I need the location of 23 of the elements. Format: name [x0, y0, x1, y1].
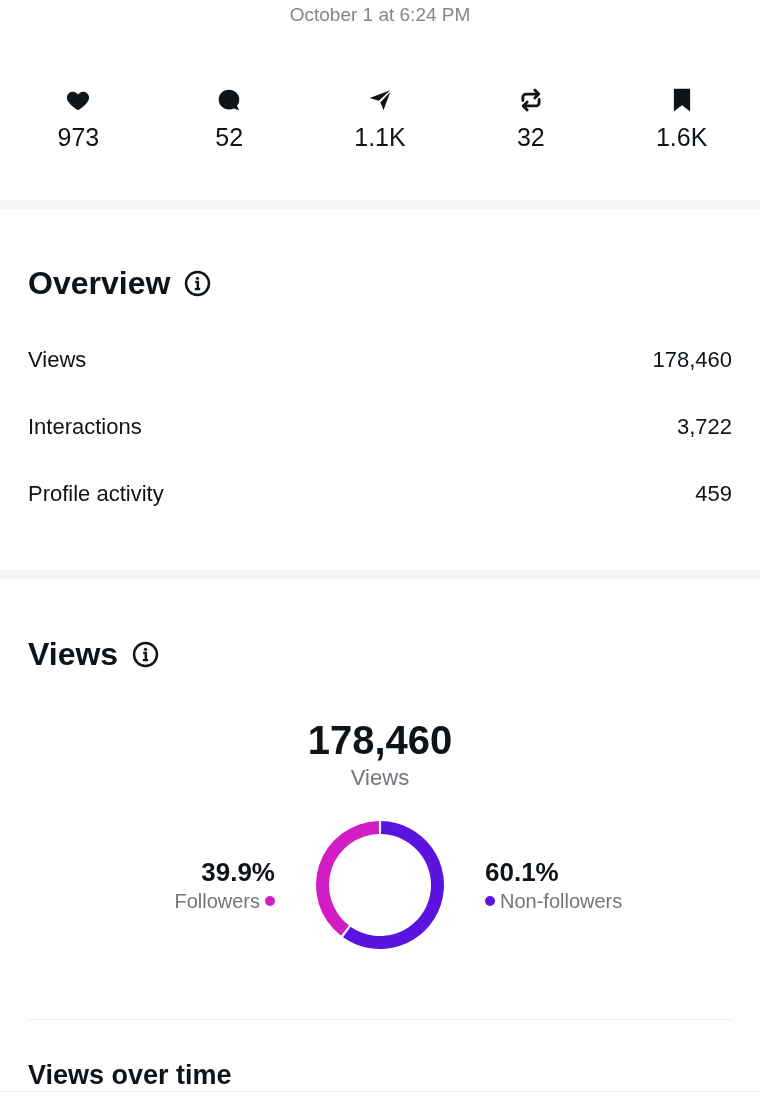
legend-label: Followers	[174, 889, 260, 914]
metric-value: 178,460	[652, 345, 732, 374]
legend-percent: 60.1%	[485, 856, 559, 888]
stat-count: 973	[57, 122, 100, 152]
stat-count: 32	[516, 122, 545, 152]
section-title: Overview	[28, 264, 171, 303]
section-title: Views	[28, 635, 119, 674]
metric-value: 3,722	[676, 412, 732, 441]
stat-count: 1.6K	[655, 122, 708, 152]
metric-label: Views	[28, 345, 87, 374]
metric-label: Profile activity	[28, 479, 164, 508]
info-icon[interactable]	[132, 640, 160, 668]
legend-label: Non-followers	[500, 889, 623, 914]
post-timestamp: October 1 at 6:24 PM	[289, 3, 471, 27]
section-title: Views over time	[28, 1059, 232, 1091]
legend-percent: 39.9%	[201, 856, 275, 888]
metric-label: Interactions	[28, 412, 142, 441]
views-total-label: Views	[350, 764, 410, 792]
stat-count: 52	[215, 122, 244, 152]
metric-value: 459	[695, 479, 732, 508]
views-total: 178,460	[307, 717, 453, 764]
info-icon[interactable]	[184, 269, 212, 297]
stat-count: 1.1K	[354, 122, 406, 152]
